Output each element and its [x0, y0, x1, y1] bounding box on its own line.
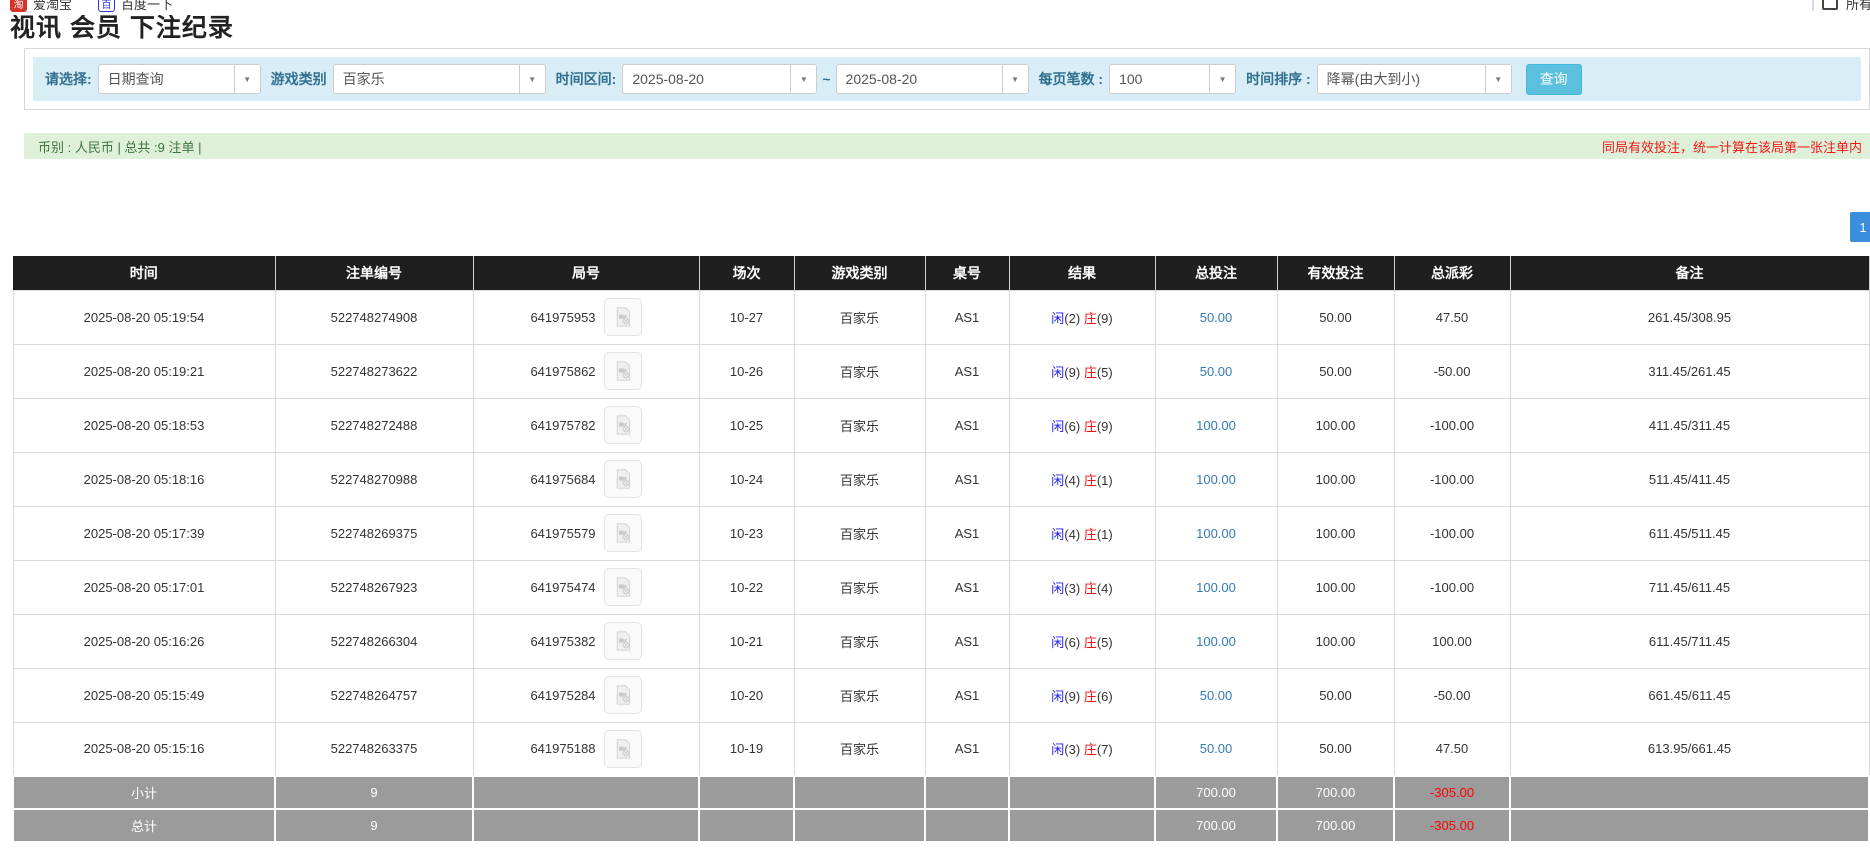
- baidu-icon: 百: [98, 0, 115, 12]
- total-bet-link[interactable]: 100.00: [1196, 634, 1236, 649]
- page-size-label: 每页笔数 :: [1039, 69, 1104, 89]
- chevron-down-icon[interactable]: ▼: [790, 65, 816, 93]
- bookmark-label: 百度一下: [121, 0, 173, 13]
- col-time: 时间: [13, 256, 275, 290]
- bookmark-aitaobao[interactable]: 淘 爱淘宝: [10, 0, 72, 13]
- pagination-page-1[interactable]: 1: [1850, 212, 1870, 242]
- chevron-down-icon[interactable]: ▼: [234, 65, 260, 93]
- bookmarks-bar: 淘 爱淘宝 百 百度一下 所有: [0, 0, 1870, 13]
- col-remark: 备注: [1510, 256, 1869, 290]
- bet-records-table: 时间 注单编号 局号 场次 游戏类别 桌号 结果 总投注 有效投注 总派彩 备注…: [12, 256, 1870, 843]
- bookmark-label: 爱淘宝: [33, 0, 72, 13]
- table-row: 2025-08-20 05:15:49 522748264757 6419752…: [13, 668, 1869, 722]
- video-replay-button[interactable]: [604, 406, 642, 444]
- chevron-down-icon[interactable]: ▼: [519, 65, 545, 93]
- col-table-no: 桌号: [925, 256, 1009, 290]
- total-bet-link[interactable]: 100.00: [1196, 526, 1236, 541]
- video-replay-button[interactable]: [604, 730, 642, 768]
- result-cell: 闲(3) 庄(7): [1009, 722, 1155, 776]
- col-game-type: 游戏类别: [794, 256, 925, 290]
- total-bet-link[interactable]: 100.00: [1196, 472, 1236, 487]
- folder-icon: [1822, 0, 1838, 10]
- currency-total-text: 币别 : 人民币 | 总共 :9 注单 |: [38, 137, 202, 156]
- col-session: 场次: [699, 256, 794, 290]
- chevron-down-icon[interactable]: ▼: [1485, 65, 1511, 93]
- total-bet-link[interactable]: 50.00: [1200, 688, 1233, 703]
- table-row: 2025-08-20 05:16:26 522748266304 6419753…: [13, 614, 1869, 668]
- col-total-bet: 总投注: [1155, 256, 1277, 290]
- result-cell: 闲(9) 庄(5): [1009, 344, 1155, 398]
- time-sort-label: 时间排序 :: [1246, 69, 1311, 89]
- taobao-icon: 淘: [10, 0, 27, 12]
- round-id: 641975188: [530, 741, 595, 756]
- summary-bar: 币别 : 人民币 | 总共 :9 注单 | 同局有效投注，统一计算在该局第一张注…: [24, 133, 1870, 159]
- result-cell: 闲(2) 庄(9): [1009, 290, 1155, 344]
- query-type-select[interactable]: 日期查询 ▼: [98, 64, 261, 94]
- chevron-down-icon[interactable]: ▼: [1209, 65, 1235, 93]
- notice-text: 同局有效投注，统一计算在该局第一张注单内: [1602, 137, 1862, 156]
- table-row: 2025-08-20 05:17:01 522748267923 6419754…: [13, 560, 1869, 614]
- round-id: 641975382: [530, 634, 595, 649]
- video-replay-button[interactable]: [604, 514, 642, 552]
- date-range-label: 时间区间:: [556, 69, 617, 89]
- game-type-select[interactable]: 百家乐 ▼: [333, 64, 546, 94]
- table-row: 2025-08-20 05:18:53 522748272488 6419757…: [13, 398, 1869, 452]
- filter-panel: 请选择: 日期查询 ▼ 游戏类别 百家乐 ▼ 时间区间: 2025-08-20 …: [24, 48, 1870, 110]
- total-bet-link[interactable]: 50.00: [1200, 364, 1233, 379]
- result-cell: 闲(4) 庄(1): [1009, 506, 1155, 560]
- result-cell: 闲(9) 庄(6): [1009, 668, 1155, 722]
- video-replay-button[interactable]: [604, 676, 642, 714]
- video-replay-button[interactable]: [604, 568, 642, 606]
- round-id: 641975953: [530, 310, 595, 325]
- range-separator: ~: [822, 71, 830, 87]
- col-bet-id: 注单编号: [275, 256, 473, 290]
- bookmark-baidu[interactable]: 百 百度一下: [98, 0, 173, 13]
- table-row: 2025-08-20 05:17:39 522748269375 6419755…: [13, 506, 1869, 560]
- table-row: 2025-08-20 05:19:54 522748274908 6419759…: [13, 290, 1869, 344]
- page-title-wrap: 视讯 会员 下注纪录: [10, 15, 530, 41]
- table-header-row: 时间 注单编号 局号 场次 游戏类别 桌号 结果 总投注 有效投注 总派彩 备注: [13, 256, 1869, 290]
- col-valid-bet: 有效投注: [1277, 256, 1394, 290]
- subtotal-row: 小计 9 700.00 700.00 -305.00: [13, 776, 1869, 809]
- round-id: 641975284: [530, 688, 595, 703]
- game-type-label: 游戏类别: [271, 69, 327, 89]
- result-cell: 闲(4) 庄(1): [1009, 452, 1155, 506]
- page-title: 视讯 会员 下注纪录: [10, 15, 530, 41]
- page-size-select[interactable]: 100 ▼: [1109, 64, 1236, 94]
- time-sort-select[interactable]: 降幂(由大到小) ▼: [1317, 64, 1512, 94]
- col-result: 结果: [1009, 256, 1155, 290]
- round-id: 641975579: [530, 526, 595, 541]
- result-cell: 闲(6) 庄(9): [1009, 398, 1155, 452]
- total-bet-link[interactable]: 100.00: [1196, 580, 1236, 595]
- video-replay-button[interactable]: [604, 622, 642, 660]
- table-row: 2025-08-20 05:15:16 522748263375 6419751…: [13, 722, 1869, 776]
- result-cell: 闲(3) 庄(4): [1009, 560, 1155, 614]
- query-button[interactable]: 查询: [1526, 64, 1582, 95]
- col-payout: 总派彩: [1394, 256, 1510, 290]
- date-to-select[interactable]: 2025-08-20 ▼: [836, 64, 1029, 94]
- total-bet-link[interactable]: 50.00: [1200, 741, 1233, 756]
- chevron-down-icon[interactable]: ▼: [1002, 65, 1028, 93]
- date-from-select[interactable]: 2025-08-20 ▼: [622, 64, 817, 94]
- table-row: 2025-08-20 05:19:21 522748273622 6419758…: [13, 344, 1869, 398]
- round-id: 641975862: [530, 364, 595, 379]
- select-type-label: 请选择:: [45, 69, 92, 89]
- round-id: 641975782: [530, 418, 595, 433]
- total-bet-link[interactable]: 50.00: [1200, 310, 1233, 325]
- bookmarks-divider: [1812, 0, 1814, 11]
- table-row: 2025-08-20 05:18:16 522748270988 6419756…: [13, 452, 1869, 506]
- video-replay-button[interactable]: [604, 460, 642, 498]
- video-replay-button[interactable]: [604, 352, 642, 390]
- video-replay-button[interactable]: [604, 298, 642, 336]
- total-row: 总计 9 700.00 700.00 -305.00: [13, 809, 1869, 842]
- all-bookmarks-label[interactable]: 所有: [1846, 0, 1870, 13]
- col-round-id: 局号: [473, 256, 699, 290]
- filter-bar: 请选择: 日期查询 ▼ 游戏类别 百家乐 ▼ 时间区间: 2025-08-20 …: [33, 57, 1861, 101]
- round-id: 641975684: [530, 472, 595, 487]
- total-bet-link[interactable]: 100.00: [1196, 418, 1236, 433]
- round-id: 641975474: [530, 580, 595, 595]
- result-cell: 闲(6) 庄(5): [1009, 614, 1155, 668]
